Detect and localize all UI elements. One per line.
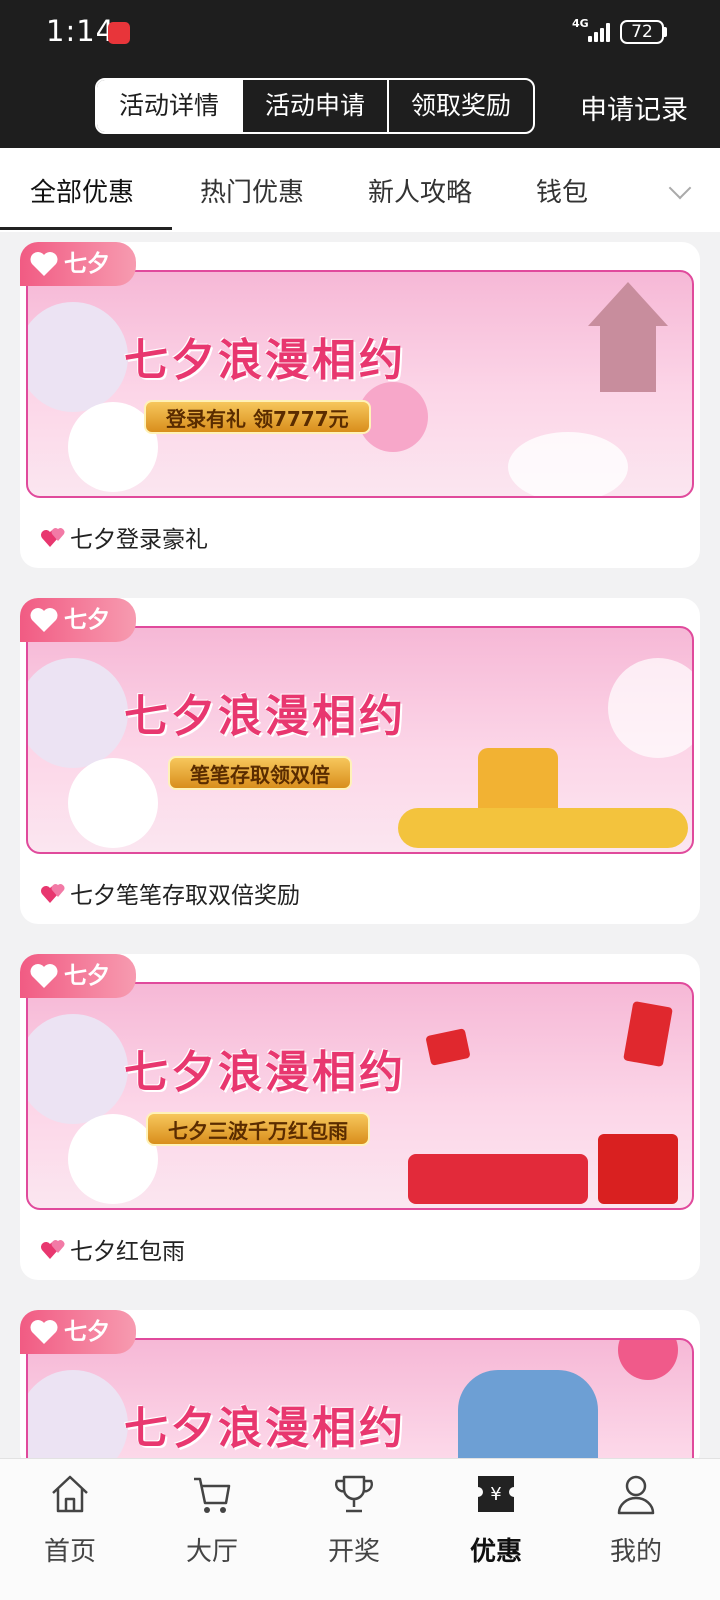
home-icon (52, 1475, 88, 1513)
nav-profile[interactable]: 我的 (576, 1471, 696, 1568)
qixi-tag: 七夕 (20, 598, 136, 642)
hearts-icon (41, 1240, 65, 1259)
gold-coins-illustration (398, 808, 688, 848)
promo-card[interactable]: 七夕浪漫相约 登录有礼 领7777元 七夕 七夕登录豪礼 (20, 242, 700, 568)
banner-title: 七夕浪漫相约 (124, 691, 406, 742)
pavilion-illustration (588, 282, 668, 392)
category-newbie[interactable]: 新人攻略 (368, 172, 472, 209)
tab-activity-apply[interactable]: 活动申请 (243, 80, 389, 132)
nav-label: 我的 (609, 1537, 662, 1567)
status-bar: 1:14 4G 72 (0, 0, 720, 64)
tag-label: 七夕 (64, 963, 110, 989)
nav-lobby[interactable]: 大厅 (152, 1471, 272, 1568)
hearts-icon (41, 528, 65, 547)
nav-label: 开奖 (327, 1537, 380, 1567)
promo-banner-image[interactable]: 七夕浪漫相约 笔笔存取领双倍 (26, 626, 694, 854)
caption-text: 七夕笔笔存取双倍奖励 (70, 883, 300, 909)
promo-card[interactable]: 七夕浪漫相约 七夕三波千万红包雨 七夕 七夕红包雨 (20, 954, 700, 1280)
qixi-tag: 七夕 (20, 1310, 136, 1354)
status-time: 1:14 (46, 14, 116, 48)
heart-icon (30, 1320, 58, 1344)
caption-text: 七夕登录豪礼 (70, 527, 208, 553)
red-envelope-illustration (623, 1000, 673, 1068)
coupon-icon: ¥ (478, 1476, 514, 1512)
banner-pill: 七夕三波千万红包雨 (146, 1112, 370, 1146)
category-active-indicator (0, 227, 172, 230)
tab-activity-details[interactable]: 活动详情 (97, 80, 243, 132)
apply-record-link[interactable]: 申请记录 (580, 88, 688, 127)
card-caption: 七夕红包雨 (40, 1232, 185, 1266)
heart-icon (30, 252, 58, 276)
hearts-icon (41, 884, 65, 903)
network-label: 4G (572, 17, 589, 30)
category-bar: 全部优惠 热门优惠 新人攻略 钱包 (0, 148, 720, 232)
nav-promotions[interactable]: ¥ 优惠 (436, 1471, 556, 1568)
category-all[interactable]: 全部优惠 (30, 172, 134, 209)
tab-claim-reward[interactable]: 领取奖励 (389, 80, 533, 132)
heart-icon (30, 608, 58, 632)
cart-icon (194, 1477, 231, 1513)
battery-icon: 72 (620, 20, 664, 44)
promo-card[interactable]: 七夕浪漫相约 七夕 (20, 1310, 700, 1470)
app-notification-icon (108, 22, 130, 44)
battery-tip (664, 27, 667, 37)
tag-label: 七夕 (64, 251, 110, 277)
nav-label: 大厅 (185, 1537, 238, 1567)
nav-label: 优惠 (469, 1537, 522, 1567)
card-caption: 七夕笔笔存取双倍奖励 (40, 876, 300, 910)
trophy-icon (334, 1475, 374, 1513)
banner-pill: 登录有礼 领7777元 (144, 400, 371, 434)
user-icon (617, 1475, 655, 1515)
red-envelope-illustration (425, 1028, 471, 1066)
top-segment-control: 活动详情 活动申请 领取奖励 (95, 78, 535, 134)
bottom-nav: 首页 大厅 开奖 ¥ 优惠 我的 (0, 1458, 720, 1600)
banner-title: 七夕浪漫相约 (124, 1047, 406, 1098)
signal-icon (588, 22, 614, 42)
couple-illustration (458, 1370, 598, 1470)
category-wallet[interactable]: 钱包 (536, 172, 588, 209)
nav-lottery[interactable]: 开奖 (294, 1471, 414, 1568)
red-envelopes-pile (408, 1154, 588, 1204)
qixi-tag: 七夕 (20, 242, 136, 286)
category-hot[interactable]: 热门优惠 (200, 172, 304, 209)
promo-card[interactable]: 七夕浪漫相约 笔笔存取领双倍 七夕 七夕笔笔存取双倍奖励 (20, 598, 700, 924)
banner-title: 七夕浪漫相约 (124, 335, 406, 386)
promo-banner-image[interactable]: 七夕浪漫相约 登录有礼 领7777元 (26, 270, 694, 498)
heart-icon (30, 964, 58, 988)
card-caption: 七夕登录豪礼 (40, 520, 208, 554)
nav-label: 首页 (43, 1537, 96, 1567)
banner-title: 七夕浪漫相约 (124, 1403, 406, 1454)
promo-banner-image[interactable]: 七夕浪漫相约 (26, 1338, 694, 1470)
tag-label: 七夕 (64, 607, 110, 633)
gift-box-illustration (598, 1134, 678, 1204)
banner-pill: 笔笔存取领双倍 (168, 756, 352, 790)
tag-label: 七夕 (64, 1319, 110, 1345)
qixi-tag: 七夕 (20, 954, 136, 998)
caption-text: 七夕红包雨 (70, 1239, 185, 1265)
svg-text:¥: ¥ (490, 1484, 501, 1505)
nav-home[interactable]: 首页 (10, 1471, 130, 1568)
promo-banner-image[interactable]: 七夕浪漫相约 七夕三波千万红包雨 (26, 982, 694, 1210)
